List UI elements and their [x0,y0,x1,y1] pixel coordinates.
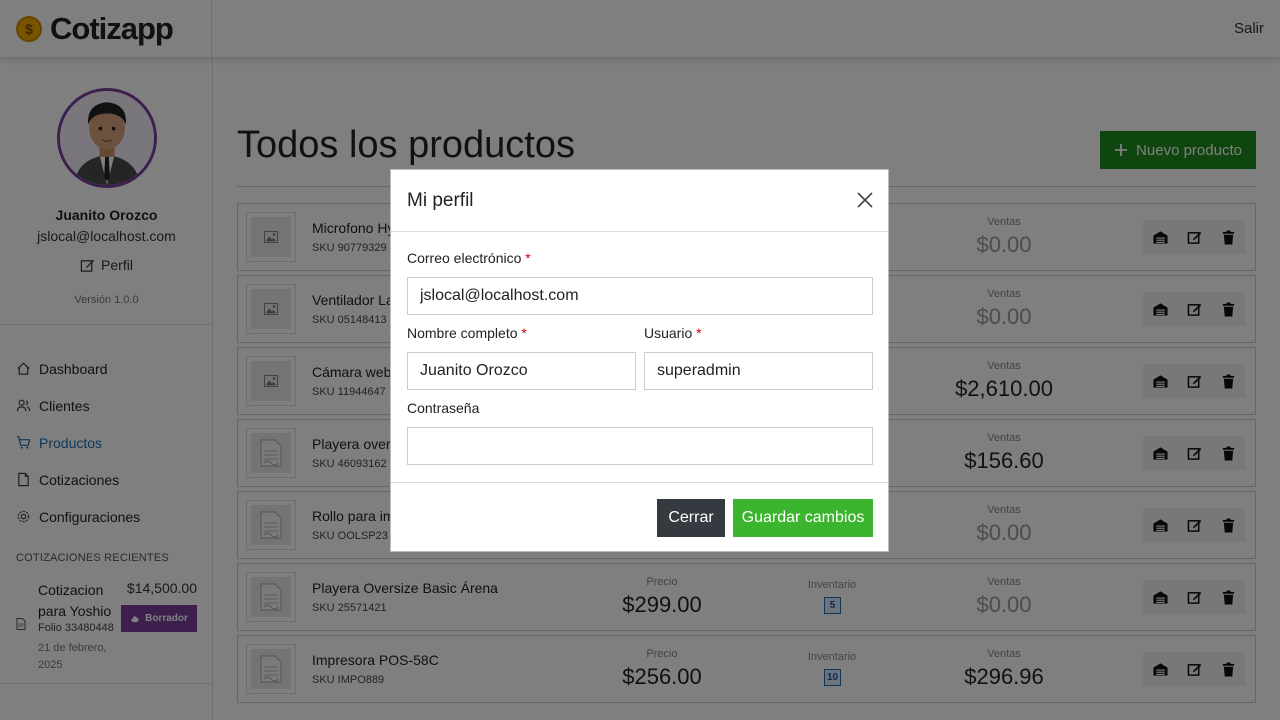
username-field[interactable] [644,352,873,390]
modal-title: Mi perfil [407,190,474,211]
fullname-label-text: Nombre completo [407,325,518,341]
close-modal-button[interactable] [854,190,876,212]
modal-header: Mi perfil [391,170,888,232]
cancel-button[interactable]: Cerrar [657,499,725,537]
required-mark: * [525,250,531,266]
profile-modal: Mi perfil Correo electrónico * Nombre co… [390,169,889,552]
close-icon [857,192,873,208]
username-label-text: Usuario [644,325,693,341]
email-field[interactable] [407,277,873,315]
required-mark: * [521,325,527,341]
fullname-field[interactable] [407,352,636,390]
divider [391,482,888,483]
email-label: Correo electrónico * [407,250,531,266]
save-button[interactable]: Guardar cambios [733,499,873,537]
password-field[interactable] [407,427,873,465]
password-label: Contraseña [407,400,480,416]
email-label-text: Correo electrónico [407,250,522,266]
fullname-label: Nombre completo * [407,325,527,341]
required-mark: * [696,325,702,341]
username-label: Usuario * [644,325,702,341]
